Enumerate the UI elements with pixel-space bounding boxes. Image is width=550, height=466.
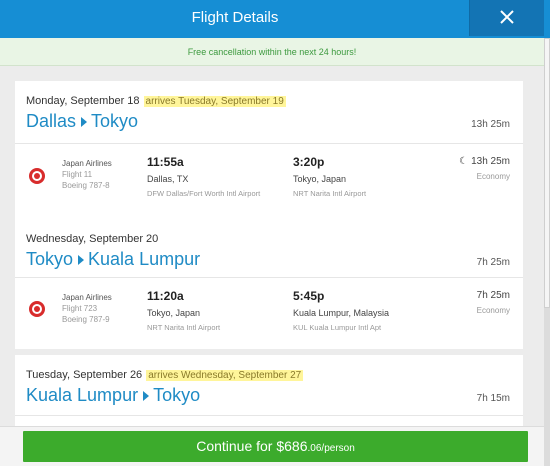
airline-info: Japan Airlines Flight 11 Boeing 787-8	[62, 159, 112, 190]
departure-date: Tuesday, September 26	[26, 369, 143, 381]
japan-airlines-logo-icon	[29, 168, 45, 184]
divider	[15, 143, 523, 144]
divider	[15, 415, 523, 416]
departure-city: Dallas, TX	[147, 174, 189, 184]
airline-name: Japan Airlines	[62, 293, 112, 302]
route-arrow-icon	[143, 390, 150, 401]
segment-duration: 13h 25m	[471, 156, 510, 167]
destination-city: Tokyo	[153, 385, 201, 405]
departure-date-line: Tuesday, September 26 arrives Wednesday, …	[26, 369, 304, 381]
dialog-title: Flight Details	[191, 9, 279, 26]
departure-date-line: Monday, September 18 arrives Tuesday, Sep…	[26, 95, 286, 107]
arrival-date-highlight: arrives Wednesday, September 27	[146, 370, 304, 381]
flight-card: Tuesday, September 26 arrives Wednesday, …	[15, 355, 523, 426]
flight-card: Wednesday, September 20 Tokyo Kuala Lumpu…	[15, 219, 523, 349]
route-duration: 7h 25m	[476, 257, 510, 268]
cabin-class: Economy	[476, 306, 510, 315]
footer-bar: Continue for $686.06/person	[0, 426, 544, 466]
arrival-info: 5:45p Kuala Lumpur, Malaysia KUL Kuala L…	[293, 289, 389, 332]
moon-icon: ☾	[459, 156, 469, 167]
origin-city: Tokyo	[26, 249, 74, 269]
close-button[interactable]	[469, 0, 544, 36]
route-title: Kuala Lumpur Tokyo	[26, 385, 200, 406]
header-bar: Flight Details	[0, 0, 550, 38]
flight-card: Monday, September 18 arrives Tuesday, Sep…	[15, 81, 523, 223]
departure-time: 11:20a	[147, 289, 184, 303]
arrival-date-highlight: arrives Tuesday, September 19	[143, 96, 286, 107]
free-cancellation-notice: Free cancellation within the next 24 hou…	[0, 38, 544, 66]
destination-city: Tokyo	[91, 111, 139, 131]
flight-number: Flight 11	[62, 170, 93, 179]
aircraft-type: Boeing 787-9	[62, 315, 110, 324]
divider	[15, 277, 523, 278]
close-icon	[500, 10, 514, 24]
segment-summary: ☾ 13h 25m Economy	[459, 156, 510, 181]
origin-city: Dallas	[26, 111, 77, 131]
cabin-class: Economy	[476, 172, 510, 181]
departure-info: 11:55a Dallas, TX DFW Dallas/Fort Worth …	[147, 155, 260, 198]
arrival-city: Kuala Lumpur, Malaysia	[293, 308, 390, 318]
scrollbar-thumb[interactable]	[544, 38, 550, 308]
arrival-time: 3:20p	[293, 155, 325, 169]
flight-details-scroll[interactable]: Monday, September 18 arrives Tuesday, Sep…	[0, 66, 544, 426]
departure-info: 11:20a Tokyo, Japan NRT Narita Intl Airp…	[147, 289, 220, 332]
arrival-city: Tokyo, Japan	[293, 174, 347, 184]
departure-date: Monday, September 18	[26, 95, 140, 107]
route-arrow-icon	[78, 254, 85, 265]
arrival-info: 3:20p Tokyo, Japan NRT Narita Intl Airpo…	[293, 155, 366, 198]
segment-summary: 7h 25m Economy	[477, 290, 510, 315]
scrollbar[interactable]	[544, 38, 550, 466]
continue-price-label: Continue for $686	[196, 438, 308, 454]
departure-time: 11:55a	[147, 155, 184, 169]
departure-date-line: Wednesday, September 20	[26, 233, 158, 245]
aircraft-type: Boeing 787-8	[62, 181, 110, 190]
route-arrow-icon	[81, 116, 88, 127]
route-duration: 7h 15m	[476, 393, 510, 404]
airline-info: Japan Airlines Flight 723 Boeing 787-9	[62, 293, 112, 324]
route-duration: 13h 25m	[471, 119, 510, 130]
departure-date: Wednesday, September 20	[26, 233, 159, 245]
continue-price-cents: .06/person	[307, 443, 355, 454]
route-title: Dallas Tokyo	[26, 111, 138, 132]
flight-number: Flight 723	[62, 304, 98, 313]
destination-city: Kuala Lumpur	[88, 249, 201, 269]
route-title: Tokyo Kuala Lumpur	[26, 249, 200, 270]
arrival-airport: KUL Kuala Lumpur Intl Apt	[293, 323, 382, 332]
segment-duration: 7h 25m	[476, 290, 510, 301]
continue-button[interactable]: Continue for $686.06/person	[23, 431, 528, 462]
arrival-airport: NRT Narita Intl Airport	[293, 189, 367, 198]
airline-name: Japan Airlines	[62, 159, 112, 168]
origin-city: Kuala Lumpur	[26, 385, 139, 405]
arrival-time: 5:45p	[293, 289, 325, 303]
departure-city: Tokyo, Japan	[147, 308, 201, 318]
japan-airlines-logo-icon	[29, 301, 45, 317]
departure-airport: DFW Dallas/Fort Worth Intl Airport	[147, 189, 261, 198]
departure-airport: NRT Narita Intl Airport	[147, 323, 221, 332]
